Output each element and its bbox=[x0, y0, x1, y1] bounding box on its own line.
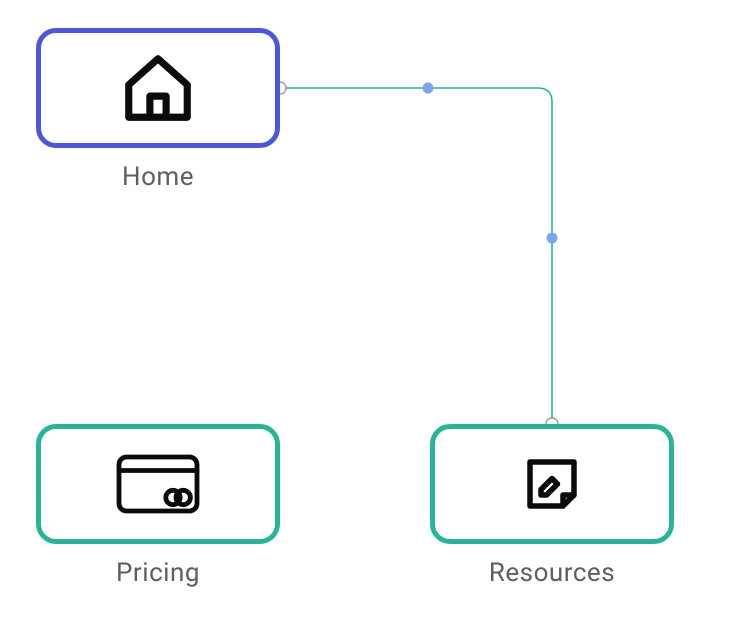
node-pricing-label: Pricing bbox=[116, 558, 200, 588]
note-icon bbox=[519, 451, 585, 517]
node-pricing[interactable]: Pricing bbox=[36, 424, 280, 588]
node-resources[interactable]: Resources bbox=[430, 424, 674, 588]
house-icon bbox=[119, 49, 197, 127]
node-resources-box bbox=[430, 424, 674, 544]
node-home-box bbox=[36, 28, 280, 148]
node-home[interactable]: Home bbox=[36, 28, 280, 192]
node-home-label: Home bbox=[122, 162, 194, 192]
node-pricing-box bbox=[36, 424, 280, 544]
diagram-canvas: Home Pricing bbox=[0, 0, 730, 640]
node-resources-label: Resources bbox=[489, 558, 615, 588]
credit-card-icon bbox=[113, 449, 203, 519]
